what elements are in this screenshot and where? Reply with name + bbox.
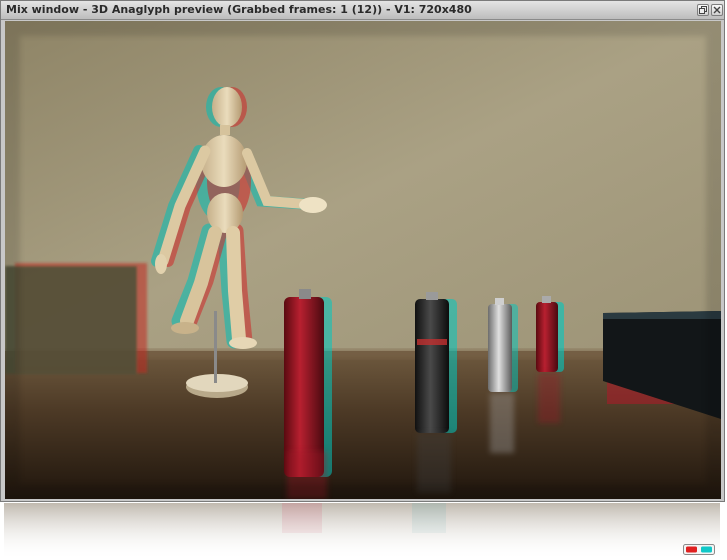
title-bar[interactable]: Mix window - 3D Anaglyph preview (Grabbe… — [1, 1, 724, 20]
battery-small-red — [536, 296, 564, 372]
anaglyph-frame — [5, 21, 721, 499]
battery-red-large — [284, 289, 332, 477]
battery-black — [415, 292, 457, 433]
restore-button[interactable] — [697, 4, 709, 16]
anaglyph-glasses-icon[interactable] — [683, 544, 715, 555]
mix-window: Mix window - 3D Anaglyph preview (Grabbe… — [0, 0, 725, 502]
restore-icon — [699, 6, 707, 14]
close-button[interactable] — [711, 4, 723, 16]
black-box-right — [603, 311, 721, 419]
window-title: Mix window - 3D Anaglyph preview (Grabbe… — [6, 3, 472, 16]
battery-silver — [488, 298, 518, 392]
anaglyph-preview[interactable] — [5, 21, 721, 499]
window-reflection — [0, 503, 727, 560]
basket-left — [5, 263, 147, 374]
close-icon — [713, 6, 721, 14]
